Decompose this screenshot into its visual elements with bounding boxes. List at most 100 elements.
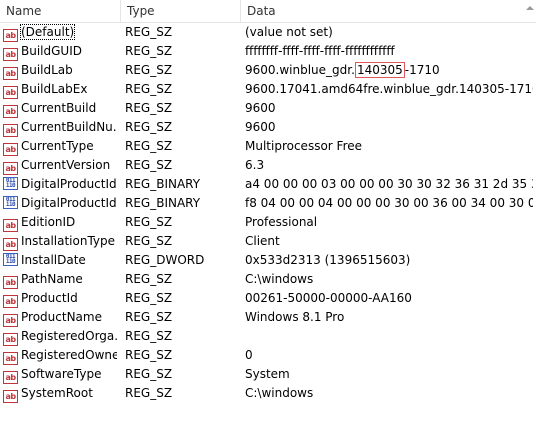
value-name-label: RegisteredOwner	[21, 348, 117, 362]
value-name-cell: ab SoftwareType	[3, 365, 117, 384]
registry-value-row[interactable]: ab (Default) REG_SZ (value not set)	[0, 23, 536, 42]
value-name-label: RegisteredOrga...	[21, 329, 117, 343]
value-name-label: InstallationType	[21, 234, 116, 248]
value-name-label: DigitalProductId	[21, 177, 117, 191]
registry-value-row[interactable]: ab SystemRoot REG_SZ C:\windows	[0, 384, 536, 403]
registry-value-row[interactable]: 011 110 DigitalProductId4 REG_BINARY f8 04 0…	[0, 194, 536, 213]
registry-value-row[interactable]: ab CurrentVersion REG_SZ 6.3	[0, 156, 536, 175]
registry-value-row[interactable]: ab BuildGUID REG_SZ ffffffff-ffff-ffff-ffff…	[0, 42, 536, 61]
column-header-name[interactable]: Name	[0, 0, 120, 22]
string-value-icon: ab	[3, 295, 18, 308]
value-name-label: PathName	[21, 272, 83, 286]
registry-value-row[interactable]: ab CurrentBuildNu... REG_SZ 9600	[0, 118, 536, 137]
value-type-cell: REG_SZ	[125, 291, 173, 305]
string-value-icon: ab	[3, 48, 18, 61]
value-type-cell: REG_SZ	[125, 215, 173, 229]
string-value-icon: ab	[3, 333, 18, 346]
value-name-cell: 011 110 DigitalProductId	[3, 175, 117, 194]
column-header-bar: Name Type Data	[0, 0, 536, 23]
value-name-cell: ab PathName	[3, 270, 117, 289]
value-name-cell: ab RegisteredOwner	[3, 346, 117, 365]
registry-value-list: ab (Default) REG_SZ (value not set) ab BuildG…	[0, 23, 536, 403]
string-value-icon: ab	[3, 143, 18, 156]
string-value-icon: ab	[3, 86, 18, 99]
value-name-cell: ab CurrentType	[3, 137, 117, 156]
registry-value-row[interactable]: ab SoftwareType REG_SZ System	[0, 365, 536, 384]
string-value-icon: ab	[3, 276, 18, 289]
registry-value-row[interactable]: ab ProductId REG_SZ 00261-50000-00000-AA160	[0, 289, 536, 308]
value-type-cell: REG_SZ	[125, 63, 173, 77]
value-data-cell	[245, 327, 533, 346]
value-name-label: CurrentType	[21, 139, 94, 153]
value-name-cell: ab CurrentVersion	[3, 156, 117, 175]
registry-value-row[interactable]: ab EditionID REG_SZ Professional	[0, 213, 536, 232]
registry-value-row[interactable]: ab BuildLab REG_SZ 9600.winblue_gdr. 140305-…	[0, 61, 536, 80]
column-header-type[interactable]: Type	[120, 0, 240, 22]
value-name-label: (Default)	[19, 24, 76, 40]
value-data-cell: C:\windows	[245, 272, 314, 286]
value-name-label: DigitalProductId4	[21, 196, 117, 210]
value-name-label: EditionID	[21, 215, 76, 229]
value-data-cell: Client	[245, 234, 280, 248]
value-type-cell: REG_SZ	[125, 310, 173, 324]
value-name-cell: ab (Default)	[3, 23, 117, 42]
string-value-icon: ab	[3, 238, 18, 251]
value-data-cell: f8 04 00 00 04 00 00 00 30 00 36 00 34 0…	[245, 196, 533, 210]
registry-value-row[interactable]: ab PathName REG_SZ C:\windows	[0, 270, 536, 289]
value-name-cell: ab BuildLabEx	[3, 80, 117, 99]
value-name-label: SoftwareType	[21, 367, 102, 381]
sort-caret-icon	[526, 6, 534, 10]
value-data-cell: 9600	[245, 120, 276, 134]
binary-value-icon: 011 110	[3, 196, 18, 209]
registry-value-row[interactable]: ab CurrentType REG_SZ Multiprocessor Free	[0, 137, 536, 156]
value-name-label: SystemRoot	[21, 386, 93, 400]
value-data-cell: Windows 8.1 Pro	[245, 310, 345, 324]
value-data-cell: ffffffff-ffff-ffff-ffff-ffffffffffff	[245, 44, 395, 58]
value-type-cell: REG_SZ	[125, 272, 173, 286]
value-type-cell: REG_SZ	[125, 82, 173, 96]
string-value-icon: ab	[3, 67, 18, 80]
value-name-cell: ab BuildGUID	[3, 42, 117, 61]
value-data-cell: 9600.winblue_gdr. 140305 -1710	[245, 61, 533, 80]
value-data-cell: C:\windows	[245, 386, 314, 400]
value-data-cell: System	[245, 367, 290, 381]
column-header-data[interactable]: Data	[240, 0, 536, 22]
value-name-label: ProductName	[21, 310, 102, 324]
value-type-cell: REG_SZ	[125, 329, 173, 343]
registry-value-row[interactable]: ab CurrentBuild REG_SZ 9600	[0, 99, 536, 118]
registry-value-row[interactable]: ab InstallationType REG_SZ Client	[0, 232, 536, 251]
registry-value-row[interactable]: ab BuildLabEx REG_SZ 9600.17041.amd64fre.wi…	[0, 80, 536, 99]
registry-value-row[interactable]: ab ProductName REG_SZ Windows 8.1 Pro	[0, 308, 536, 327]
value-type-cell: REG_SZ	[125, 25, 173, 39]
value-name-cell: 011 110 DigitalProductId4	[3, 194, 117, 213]
string-value-icon: ab	[3, 219, 18, 232]
string-value-icon: ab	[3, 371, 18, 384]
value-data-cell: a4 00 00 00 03 00 00 00 30 30 32 36 31 2…	[245, 177, 533, 191]
value-data-cell: 0	[245, 348, 253, 362]
registry-value-row[interactable]: ab RegisteredOrga... REG_SZ	[0, 327, 536, 346]
string-value-icon: ab	[3, 162, 18, 175]
value-type-cell: REG_SZ	[125, 101, 173, 115]
string-value-icon: ab	[3, 105, 18, 118]
registry-value-row[interactable]: ab RegisteredOwner REG_SZ 0	[0, 346, 536, 365]
value-type-cell: REG_SZ	[125, 386, 173, 400]
value-type-cell: REG_SZ	[125, 120, 173, 134]
value-name-cell: ab ProductName	[3, 308, 117, 327]
value-name-label: BuildGUID	[21, 44, 82, 58]
value-type-cell: REG_SZ	[125, 348, 173, 362]
value-name-cell: ab CurrentBuildNu...	[3, 118, 117, 137]
value-name-label: BuildLab	[21, 63, 73, 77]
value-type-cell: REG_SZ	[125, 367, 173, 381]
value-type-cell: REG_SZ	[125, 44, 173, 58]
value-type-cell: REG_SZ	[125, 234, 173, 248]
string-value-icon: ab	[3, 352, 18, 365]
value-name-cell: 011 110 InstallDate	[3, 251, 117, 270]
string-value-icon: ab	[3, 29, 18, 42]
value-data-cell: 00261-50000-00000-AA160	[245, 291, 412, 305]
value-name-cell: ab EditionID	[3, 213, 117, 232]
registry-value-row[interactable]: 011 110 InstallDate REG_DWORD 0x533d2313 (13…	[0, 251, 536, 270]
binary-value-icon: 011 110	[3, 253, 18, 266]
registry-value-row[interactable]: 011 110 DigitalProductId REG_BINARY a4 00 00…	[0, 175, 536, 194]
value-name-cell: ab SystemRoot	[3, 384, 117, 403]
value-data-suffix: -1710	[404, 63, 440, 77]
